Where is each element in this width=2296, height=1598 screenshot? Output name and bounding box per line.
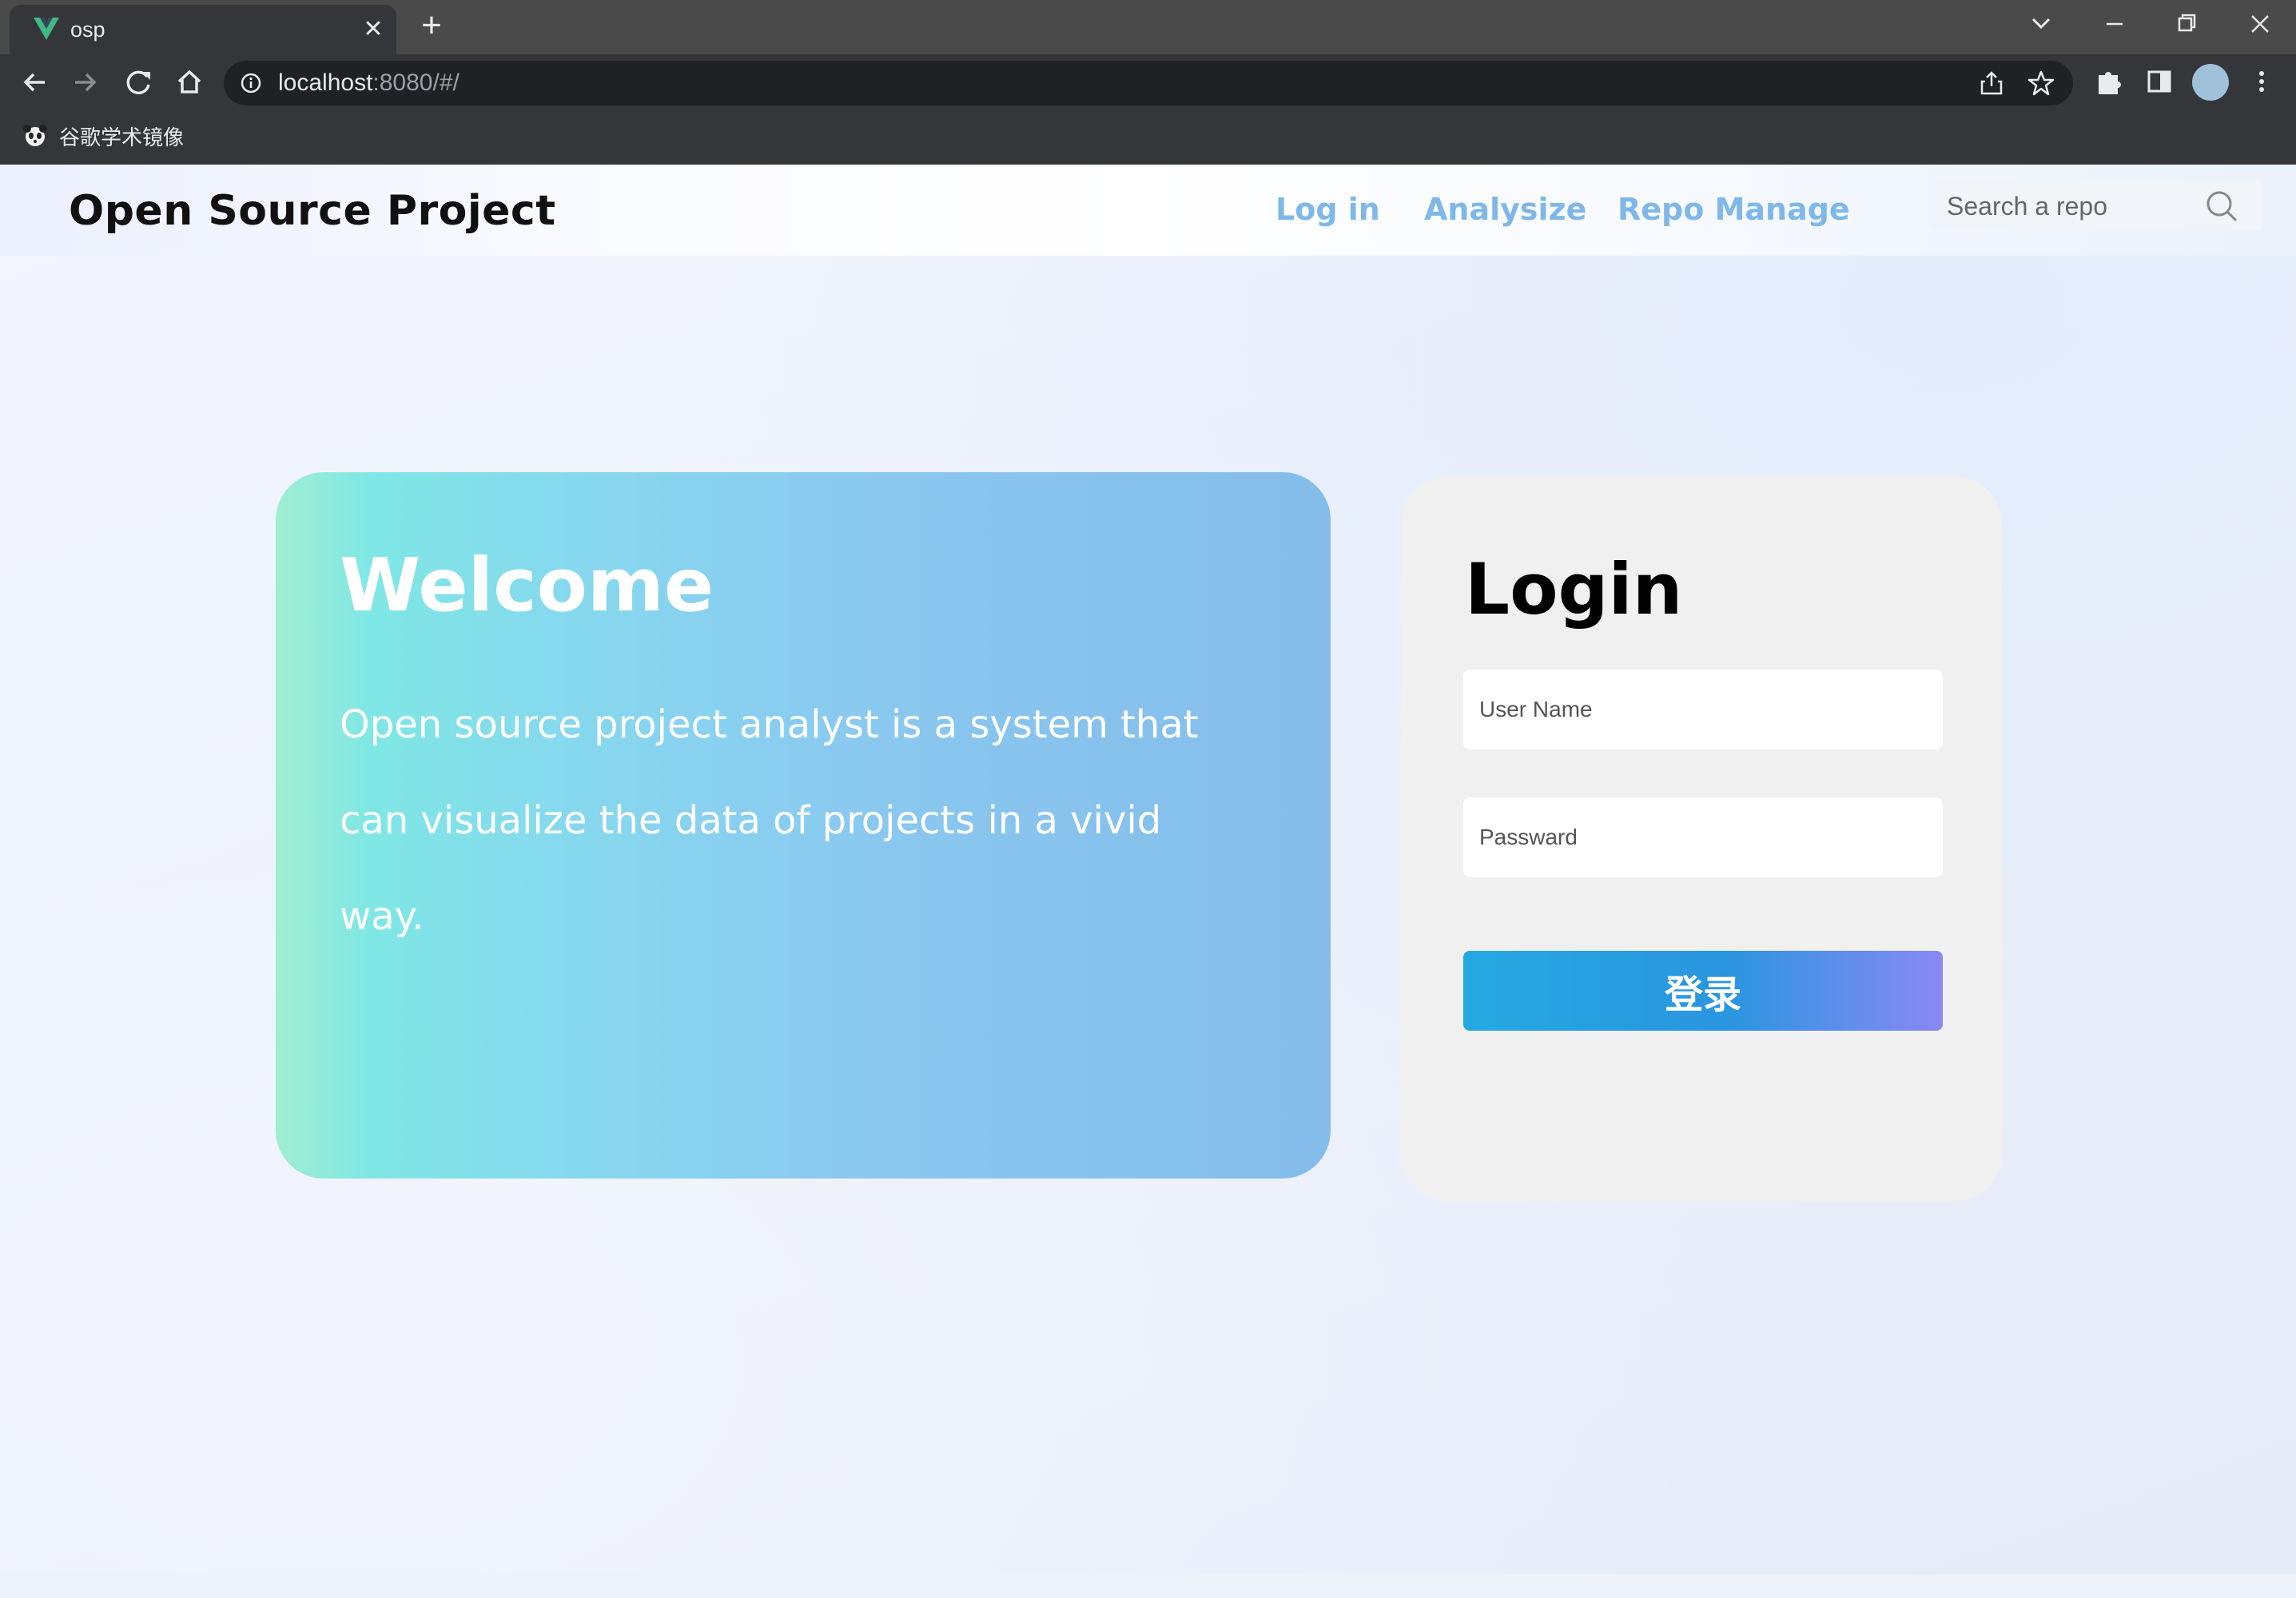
site-info-icon[interactable] (240, 72, 262, 94)
back-arrow-icon[interactable] (14, 62, 54, 102)
bookmark-star-icon[interactable] (2027, 69, 2055, 97)
login-title: Login (1465, 548, 1683, 630)
extensions-puzzle-icon[interactable] (2091, 64, 2126, 99)
vue-logo-icon (34, 18, 59, 40)
repo-search (1929, 181, 2263, 230)
login-card: Login 登录 (1401, 476, 2002, 1202)
close-window-icon[interactable] (2236, 6, 2284, 42)
share-icon[interactable] (1977, 69, 2006, 97)
tab-close-icon[interactable]: ✕ (360, 16, 387, 43)
browser-tabstrip: osp ✕ + (0, 0, 2296, 54)
browser-tab[interactable]: osp ✕ (10, 5, 396, 54)
url-text[interactable]: localhost:8080/#/ (278, 70, 460, 97)
bookmark-label: 谷歌学术镜像 (59, 125, 185, 149)
tab-title: osp (70, 18, 105, 42)
menu-kebab-icon[interactable] (2244, 64, 2279, 99)
search-icon[interactable] (2204, 189, 2239, 224)
bookmark-item[interactable]: 谷歌学术镜像 (21, 120, 184, 152)
nav-login-link[interactable]: Log in (1275, 192, 1380, 227)
password-field[interactable] (1463, 797, 1943, 877)
new-tab-icon[interactable]: + (414, 8, 449, 45)
url-host: localhost (278, 70, 373, 96)
page-viewport: Open Source Project Log in Analysize Rep… (0, 165, 2296, 1574)
nav-analysize-link[interactable]: Analysize (1424, 192, 1586, 227)
welcome-card: Welcome Open source project analyst is a… (276, 472, 1331, 1179)
profile-avatar[interactable] (2192, 64, 2229, 101)
reload-icon[interactable] (118, 62, 158, 102)
tab-search-chevron-icon[interactable] (2017, 6, 2065, 42)
restore-icon[interactable] (2163, 6, 2210, 42)
login-submit-button[interactable]: 登录 (1463, 951, 1943, 1031)
forward-arrow-icon[interactable] (66, 62, 105, 102)
nav-repo-manage-link[interactable]: Repo Manage (1618, 192, 1850, 227)
address-bar[interactable]: localhost:8080/#/ (224, 61, 2073, 105)
home-icon[interactable] (169, 62, 209, 102)
site-header: Open Source Project Log in Analysize Rep… (0, 165, 2296, 256)
url-path: :8080/#/ (372, 70, 460, 96)
username-field[interactable] (1463, 670, 1943, 749)
panda-icon (23, 125, 47, 146)
site-brand: Open Source Project (69, 187, 556, 235)
welcome-title: Welcome (340, 543, 714, 628)
side-panel-icon[interactable] (2142, 64, 2177, 99)
repo-search-input[interactable] (1945, 187, 2204, 225)
minimize-icon[interactable] (2091, 6, 2139, 42)
welcome-description: Open source project analyst is a system … (340, 702, 1199, 939)
